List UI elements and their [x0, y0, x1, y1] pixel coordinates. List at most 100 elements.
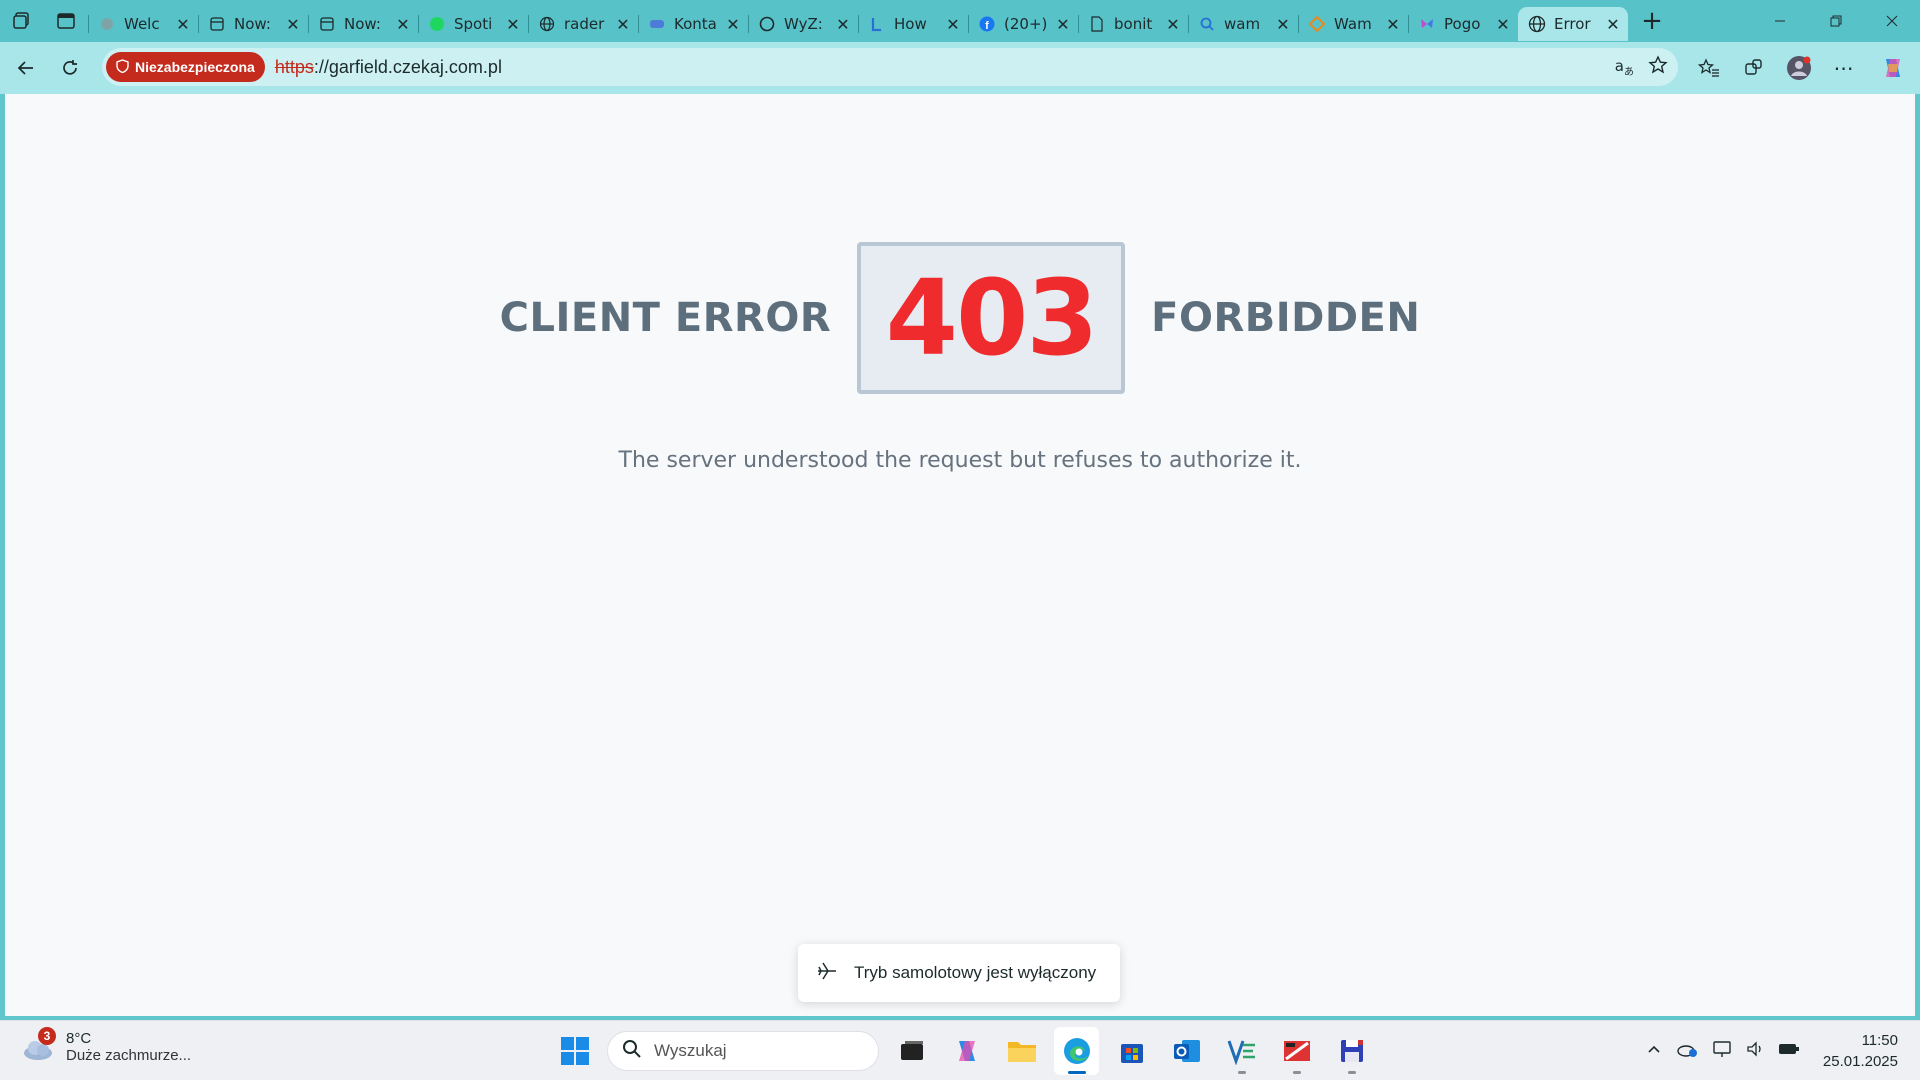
close-icon[interactable]: ✕ — [836, 15, 850, 34]
navigation-toolbar: Niezabezpieczona https://garfield.czekaj… — [0, 42, 1920, 94]
outlook-icon[interactable] — [1164, 1027, 1209, 1075]
volume-icon[interactable] — [1746, 1040, 1764, 1062]
active-indicator — [1067, 1071, 1086, 1074]
tab[interactable]: Pogo ✕ — [1408, 7, 1518, 41]
error-message: The server understood the request but re… — [618, 448, 1302, 473]
copilot-icon[interactable] — [1866, 48, 1920, 88]
tab-active[interactable]: Error ✕ — [1518, 7, 1628, 41]
page-icon — [318, 15, 336, 33]
collections-icon[interactable] — [1731, 48, 1776, 88]
tab[interactable]: Wam ✕ — [1298, 7, 1408, 41]
app-icon[interactable] — [1219, 1027, 1264, 1075]
tab[interactable]: Konta ✕ — [638, 7, 748, 41]
close-icon[interactable]: ✕ — [1276, 15, 1290, 34]
tab[interactable]: wam ✕ — [1188, 7, 1298, 41]
network-icon[interactable] — [1712, 1040, 1732, 1062]
restore-button[interactable] — [1808, 0, 1864, 42]
search-icon — [622, 1039, 642, 1064]
disk-app-icon[interactable] — [1274, 1027, 1319, 1075]
spotify-icon — [428, 15, 446, 33]
new-tab-button[interactable]: + — [1632, 4, 1672, 38]
close-icon[interactable]: ✕ — [396, 15, 410, 34]
globe-icon — [1528, 15, 1546, 33]
airplane-icon — [816, 960, 838, 987]
back-button[interactable] — [4, 48, 48, 88]
close-window-button[interactable] — [1864, 0, 1920, 42]
butterfly-icon — [1418, 15, 1436, 33]
tab-title: WyZ: — [784, 15, 823, 33]
tab[interactable]: Welc ✕ — [88, 7, 198, 41]
weather-widget[interactable]: 3 8°C Duże zachmurze... — [22, 1027, 192, 1065]
generic-site-icon — [98, 15, 116, 33]
search-icon — [1198, 15, 1216, 33]
edge-browser-icon[interactable] — [1054, 1027, 1099, 1075]
more-menu-icon[interactable]: ⋯ — [1821, 48, 1866, 88]
store-icon[interactable] — [1109, 1027, 1154, 1075]
tab-title: Konta — [674, 15, 717, 33]
tab[interactable]: WyZ: ✕ — [748, 7, 858, 41]
profile-avatar[interactable] — [1776, 48, 1821, 88]
weather-desc: Duże zachmurze... — [66, 1047, 192, 1064]
tab[interactable]: bonit ✕ — [1078, 7, 1188, 41]
running-indicator — [1292, 1071, 1301, 1074]
copilot-app-icon[interactable] — [944, 1027, 989, 1075]
onedrive-icon[interactable] — [1676, 1040, 1698, 1062]
tab-strip: Welc ✕ Now: ✕ Now: ✕ Spoti ✕ rader ✕ Kon… — [0, 0, 1920, 42]
close-icon[interactable]: ✕ — [616, 15, 630, 34]
task-view-icon[interactable] — [889, 1027, 934, 1075]
tab[interactable]: f (20+) ✕ — [968, 7, 1078, 41]
start-button[interactable] — [552, 1027, 597, 1075]
tab[interactable]: Now: ✕ — [198, 7, 308, 41]
taskbar-search[interactable]: Wyszukaj — [607, 1031, 879, 1071]
error-code-box: 403 — [857, 242, 1126, 394]
document-icon — [1088, 15, 1106, 33]
favorite-star-icon[interactable] — [1648, 55, 1668, 79]
tab-title: bonit — [1114, 15, 1153, 33]
file-explorer-icon[interactable] — [999, 1027, 1044, 1075]
close-icon[interactable]: ✕ — [1166, 15, 1180, 34]
favorites-icon[interactable] — [1686, 48, 1731, 88]
close-icon[interactable]: ✕ — [1056, 15, 1070, 34]
close-icon[interactable]: ✕ — [946, 15, 960, 34]
system-clock[interactable]: 11:50 25.01.2025 — [1823, 1030, 1898, 1072]
close-icon[interactable]: ✕ — [1496, 15, 1510, 34]
toast-text: Tryb samolotowy jest wyłączony — [854, 963, 1097, 982]
taskbar: 3 8°C Duże zachmurze... Wyszukaj 11:50 2… — [0, 1020, 1920, 1080]
tab-title: Now: — [344, 15, 381, 33]
url-text[interactable]: https://garfield.czekaj.com.pl — [275, 57, 502, 78]
error-status-label: FORBIDDEN — [1151, 295, 1421, 341]
search-placeholder: Wyszukaj — [654, 1041, 727, 1060]
clock-date: 25.01.2025 — [1822, 1053, 1898, 1070]
workspaces-icon[interactable] — [0, 0, 44, 42]
weather-temp: 8°C — [66, 1030, 92, 1047]
translate-icon[interactable]: aあ — [1615, 57, 1634, 78]
close-icon[interactable]: ✕ — [1386, 15, 1400, 34]
tab-title: Error — [1554, 15, 1591, 33]
svg-text:f: f — [985, 20, 989, 32]
diamond-icon — [1308, 15, 1326, 33]
battery-icon[interactable] — [1778, 1041, 1800, 1061]
close-icon[interactable]: ✕ — [506, 15, 520, 34]
tab[interactable]: Now: ✕ — [308, 7, 418, 41]
tab[interactable]: How ✕ — [858, 7, 968, 41]
running-indicator — [1347, 1071, 1356, 1074]
refresh-button[interactable] — [48, 48, 92, 88]
tab[interactable]: rader ✕ — [528, 7, 638, 41]
vertical-tabs-icon[interactable] — [44, 0, 88, 42]
close-icon[interactable]: ✕ — [726, 15, 740, 34]
page-content: CLIENT ERROR 403 FORBIDDEN The server un… — [5, 94, 1915, 1016]
address-bar[interactable]: Niezabezpieczona https://garfield.czekaj… — [102, 48, 1678, 86]
security-badge[interactable]: Niezabezpieczona — [106, 52, 265, 82]
close-icon[interactable]: ✕ — [176, 15, 190, 34]
close-icon[interactable]: ✕ — [286, 15, 300, 34]
close-icon[interactable]: ✕ — [1606, 15, 1620, 34]
url-scheme: https — [274, 56, 314, 77]
minimize-button[interactable] — [1752, 0, 1808, 42]
tab-title: How — [894, 15, 927, 33]
globe-icon — [538, 15, 556, 33]
security-badge-label: Niezabezpieczona — [135, 59, 255, 75]
save-disk-icon[interactable] — [1329, 1027, 1374, 1075]
tab-title: Wam — [1334, 15, 1372, 33]
tab[interactable]: Spoti ✕ — [418, 7, 528, 41]
chevron-up-icon[interactable] — [1646, 1041, 1662, 1061]
